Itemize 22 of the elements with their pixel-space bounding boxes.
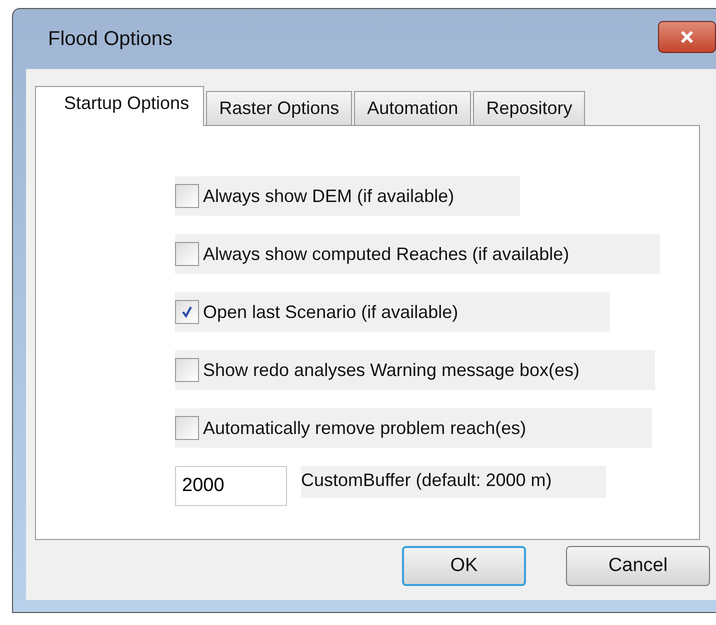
checkbox[interactable] (175, 242, 199, 266)
tab[interactable]: Startup Options (35, 86, 204, 126)
ok-button[interactable]: OK (402, 546, 526, 586)
checkbox[interactable] (175, 358, 199, 382)
checkbox-option[interactable]: Show redo analyses Warning message box(es) (175, 350, 655, 390)
checkbox-option[interactable]: Always show DEM (if available) (175, 176, 520, 216)
buffer-label: CustomBuffer (default: 2000 m) (301, 466, 606, 498)
tab[interactable]: Raster Options (206, 91, 352, 125)
checkbox[interactable] (175, 300, 199, 324)
close-icon (679, 31, 695, 43)
checkbox-option[interactable]: Always show computed Reaches (if available) (175, 234, 660, 274)
checkbox-option[interactable]: Open last Scenario (if available) (175, 292, 610, 332)
tab[interactable]: Automation (354, 91, 472, 125)
checkbox[interactable] (175, 416, 199, 440)
checkmark-icon (181, 306, 193, 318)
cancel-button[interactable]: Cancel (566, 546, 710, 586)
tab[interactable]: Repository (473, 91, 586, 125)
close-button[interactable] (658, 21, 716, 53)
checkbox[interactable] (175, 184, 199, 208)
buffer-input[interactable]: 2000 (175, 466, 287, 506)
window-title: Flood Options (47, 28, 173, 50)
checkbox-option[interactable]: Automatically remove problem reach(es) (175, 408, 652, 448)
